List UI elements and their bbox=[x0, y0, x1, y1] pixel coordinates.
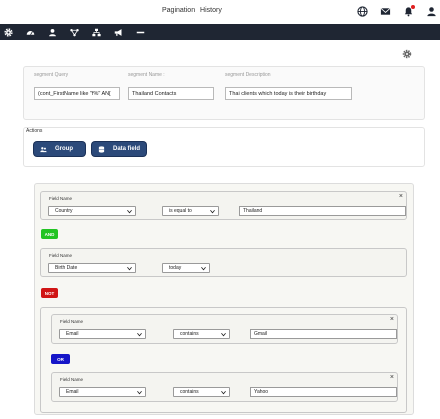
group-button-label: Group bbox=[55, 146, 73, 152]
and-operator-badge[interactable]: AND bbox=[41, 229, 58, 239]
segment-name-label: segment Name : bbox=[128, 72, 165, 78]
chevron-down-icon bbox=[221, 390, 226, 395]
segment-description-label: segment Description bbox=[225, 72, 271, 78]
operator-select-value: is equal to bbox=[169, 208, 192, 214]
database-icon bbox=[98, 145, 105, 153]
dashboard-icon[interactable] bbox=[24, 26, 36, 38]
field-select-value: Email bbox=[66, 389, 79, 395]
field-select[interactable]: Email bbox=[59, 329, 146, 339]
operator-select[interactable]: contains bbox=[173, 329, 230, 339]
segment-name-input[interactable] bbox=[128, 87, 214, 100]
data-field-button-label: Data field bbox=[113, 146, 141, 152]
condition-row: Field Name Birth Date today bbox=[40, 248, 407, 277]
close-icon[interactable]: × bbox=[399, 193, 403, 200]
segment-query-label: segment Query bbox=[34, 72, 69, 78]
value-input[interactable]: Thailand bbox=[239, 206, 406, 216]
conditions-panel: Field Name × Country is equal to Thailan… bbox=[34, 183, 414, 415]
field-select-value: Email bbox=[66, 331, 79, 337]
segment-description-input[interactable] bbox=[225, 87, 352, 100]
field-select[interactable]: Email bbox=[59, 387, 146, 397]
not-operator-badge[interactable]: NOT bbox=[41, 288, 58, 298]
field-select[interactable]: Birth Date bbox=[48, 263, 136, 273]
operator-select-value: today bbox=[169, 265, 182, 271]
minus-icon[interactable] bbox=[134, 26, 146, 38]
settings-gear-icon[interactable] bbox=[402, 46, 412, 59]
field-name-label: Field Name bbox=[60, 319, 84, 324]
or-operator-badge[interactable]: OR bbox=[51, 354, 70, 364]
close-icon[interactable]: × bbox=[390, 374, 394, 381]
mail-icon[interactable] bbox=[377, 3, 394, 20]
hierarchy-icon[interactable] bbox=[90, 26, 102, 38]
bell-icon[interactable] bbox=[400, 3, 417, 20]
chevron-down-icon bbox=[221, 332, 226, 337]
segment-name-group: segment Name : bbox=[128, 72, 214, 100]
field-name-label: Field Name bbox=[60, 377, 84, 382]
operator-select[interactable]: contains bbox=[173, 387, 230, 397]
segment-info-panel: segment Query segment Name : segment Des… bbox=[23, 66, 425, 120]
network-icon[interactable] bbox=[68, 26, 80, 38]
gear-icon[interactable] bbox=[2, 26, 14, 38]
close-icon[interactable]: × bbox=[390, 316, 394, 323]
field-select-value: Country bbox=[55, 208, 73, 214]
chevron-down-icon bbox=[137, 390, 142, 395]
value-input[interactable]: Yahoo bbox=[250, 387, 397, 397]
field-select[interactable]: Country bbox=[48, 206, 136, 216]
chevron-down-icon bbox=[210, 209, 215, 214]
data-field-button[interactable]: Data field bbox=[92, 142, 146, 156]
nested-group-panel: Field Name × Email contains Gmail OR Fie… bbox=[40, 307, 407, 413]
chevron-down-icon bbox=[201, 266, 206, 271]
group-icon bbox=[40, 146, 47, 152]
main-navbar bbox=[0, 24, 440, 40]
pagination-link[interactable]: Pagination bbox=[162, 7, 195, 14]
actions-label: Actions bbox=[26, 128, 43, 134]
globe-icon[interactable] bbox=[354, 3, 371, 20]
operator-select[interactable]: is equal to bbox=[162, 206, 219, 216]
chevron-down-icon bbox=[137, 332, 142, 337]
operator-select-value: contains bbox=[180, 389, 199, 395]
segment-query-input[interactable] bbox=[34, 87, 120, 100]
condition-row: Field Name × Email contains Yahoo bbox=[51, 372, 398, 402]
chevron-down-icon bbox=[127, 209, 132, 214]
operator-select[interactable]: today bbox=[162, 263, 210, 273]
segment-description-group: segment Description bbox=[225, 72, 352, 100]
top-links: Pagination History bbox=[162, 7, 225, 14]
segment-query-group: segment Query bbox=[34, 72, 120, 100]
field-select-value: Birth Date bbox=[55, 265, 78, 271]
field-name-label: Field Name bbox=[49, 196, 73, 201]
top-bar: Pagination History bbox=[0, 0, 440, 24]
condition-row: Field Name × Email contains Gmail bbox=[51, 314, 398, 344]
megaphone-icon[interactable] bbox=[112, 26, 124, 38]
operator-select-value: contains bbox=[180, 331, 199, 337]
field-name-label: Field Name bbox=[49, 253, 73, 258]
condition-row: Field Name × Country is equal to Thailan… bbox=[40, 191, 407, 220]
history-link[interactable]: History bbox=[200, 7, 222, 14]
value-input[interactable]: Gmail bbox=[250, 329, 397, 339]
user-icon[interactable] bbox=[46, 26, 58, 38]
user-icon[interactable] bbox=[423, 3, 440, 20]
chevron-down-icon bbox=[127, 266, 132, 271]
group-button[interactable]: Group bbox=[34, 142, 85, 156]
notification-badge bbox=[411, 5, 415, 9]
